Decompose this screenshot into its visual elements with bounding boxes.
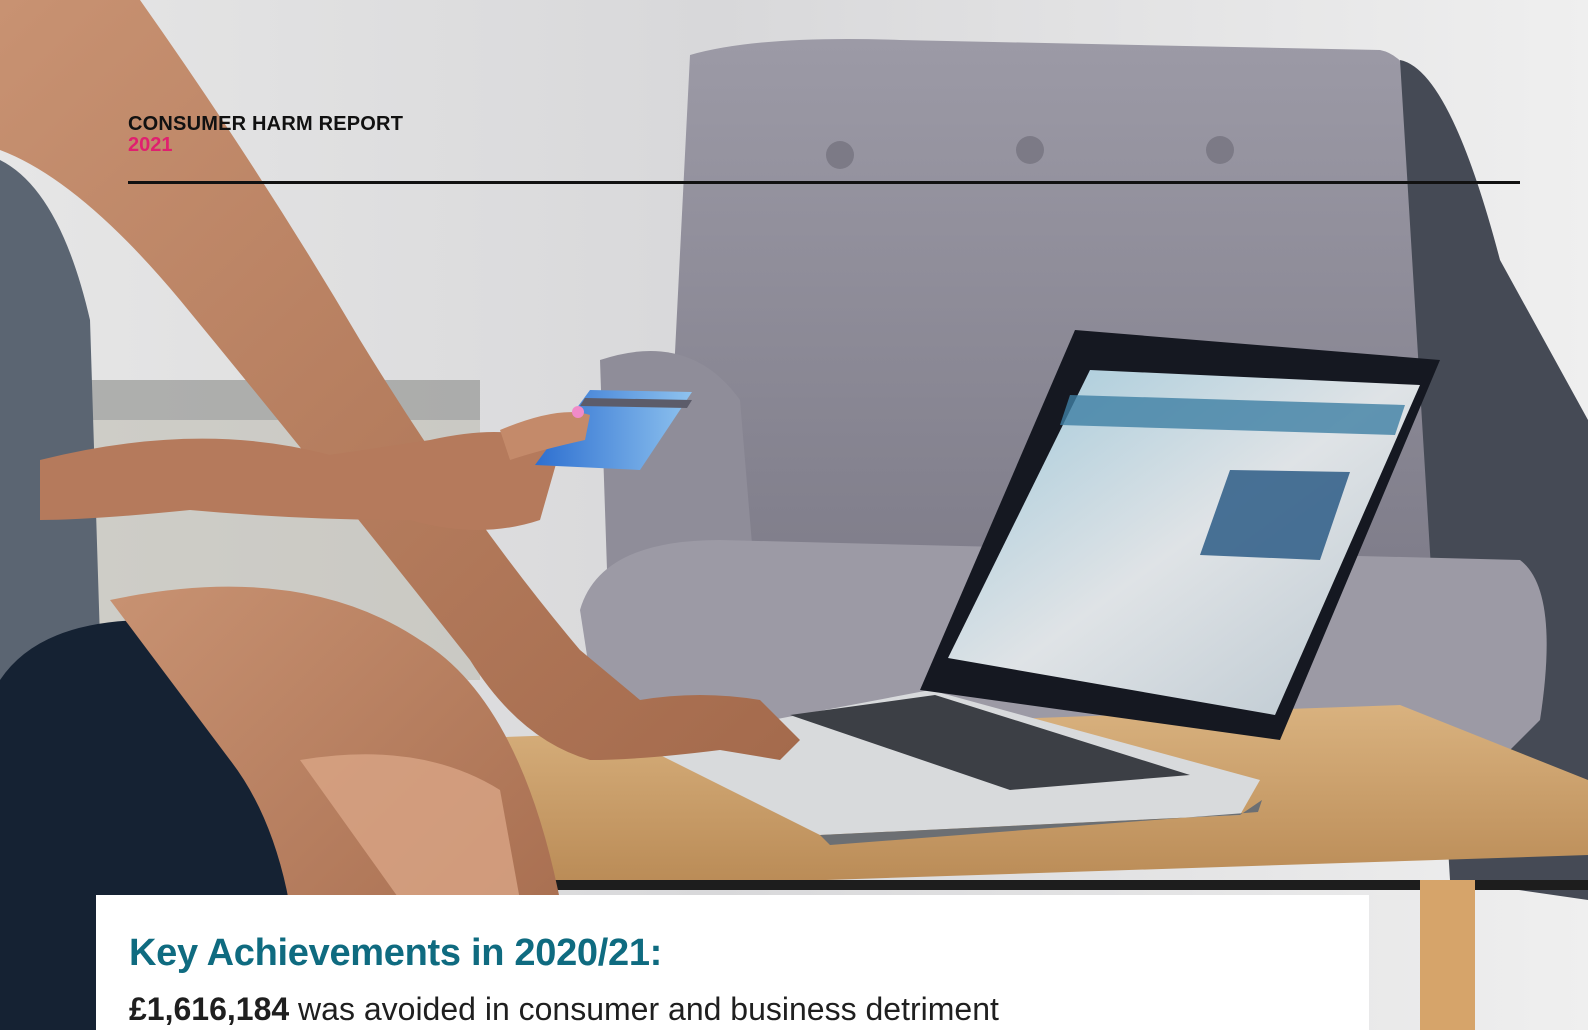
report-header: CONSUMER HARM REPORT 2021 [128, 113, 403, 155]
achievements-card: Key Achievements in 2020/21: £1,616,184 … [96, 895, 1369, 1030]
report-year: 2021 [128, 134, 173, 156]
report-title: CONSUMER HARM REPORT [128, 113, 404, 135]
header-divider [128, 181, 1520, 184]
achievement-item: £1,616,184 was avoided in consumer and b… [129, 989, 1369, 1029]
achievements-heading: Key Achievements in 2020/21: [129, 932, 663, 974]
achievement-amount: £1,616,184 [129, 991, 290, 1027]
achievement-text: was avoided in consumer and business det… [289, 991, 999, 1027]
